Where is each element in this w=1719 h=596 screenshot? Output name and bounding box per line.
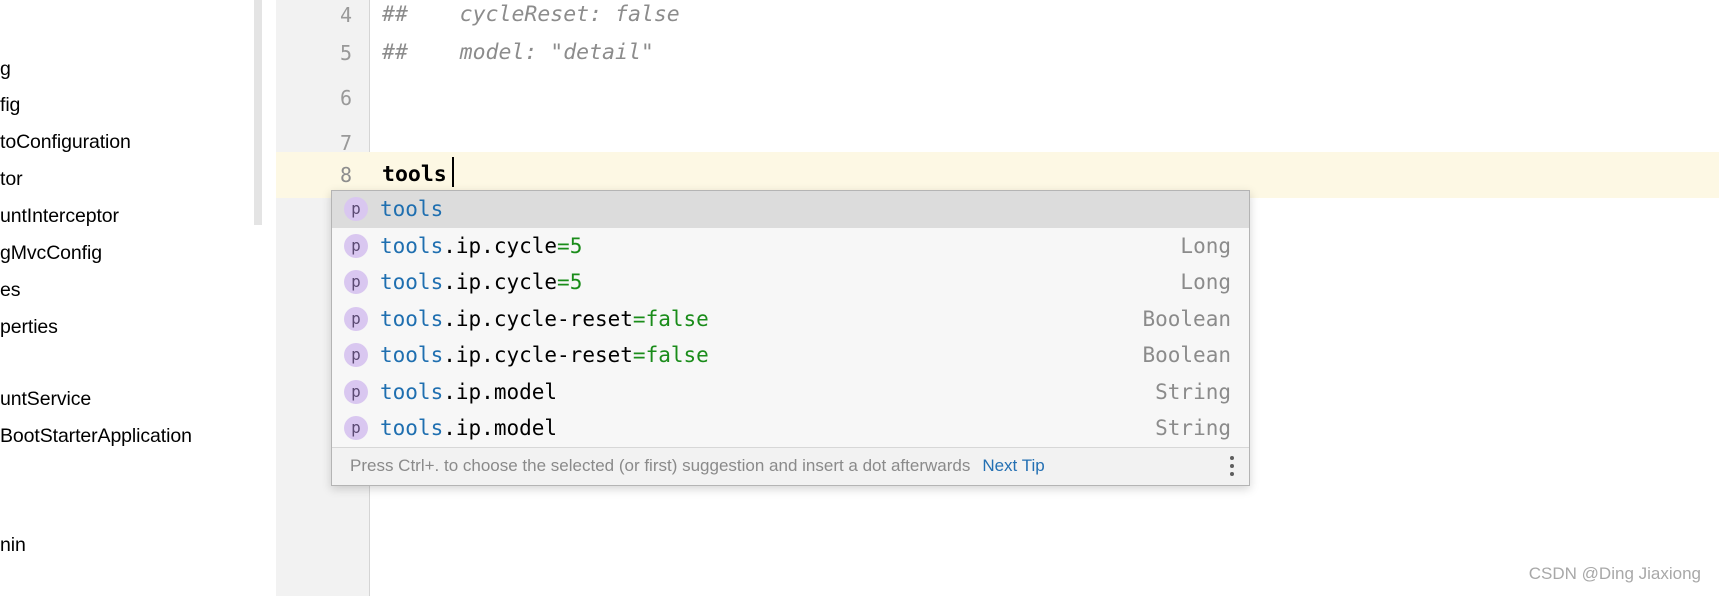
completion-token: . [481, 343, 494, 368]
completion-item-type: String [1155, 416, 1231, 441]
completion-item-label: tools.ip.cycle-reset=false [380, 307, 709, 331]
completion-token: false [645, 343, 709, 368]
tool-window-edge [254, 0, 262, 225]
completion-token: 5 [569, 233, 583, 258]
completion-token: tools [380, 197, 444, 222]
tree-item[interactable]: BootStarterApplication [0, 425, 192, 448]
tree-item[interactable]: untInterceptor [0, 205, 119, 228]
completion-token: . [443, 270, 456, 295]
completion-token: = [557, 270, 570, 295]
completion-item-type: Long [1180, 233, 1231, 258]
editor-left-gap [262, 0, 276, 596]
project-tree-panel[interactable]: g fig toConfiguration tor untInterceptor gMvc… [0, 0, 254, 596]
completion-item-label: tools [380, 197, 443, 221]
completion-token: false [645, 306, 709, 331]
property-icon: p [344, 197, 368, 222]
completion-token: . [481, 233, 494, 258]
completion-token: ip [455, 306, 482, 331]
completion-token: . [481, 306, 494, 331]
completion-item-label: tools.ip.cycle=5 [380, 234, 582, 258]
property-icon: p [344, 343, 368, 368]
completion-token: ip [455, 233, 482, 258]
kebab-menu-icon[interactable] [1215, 447, 1249, 485]
tree-item[interactable]: gMvcConfig [0, 242, 102, 265]
completion-token: cycle-reset [493, 306, 633, 331]
line-number: 5 [339, 41, 352, 65]
tree-item[interactable]: toConfiguration [0, 131, 131, 154]
tree-item[interactable]: nin [0, 534, 26, 557]
completion-token: . [443, 233, 456, 258]
property-icon: p [344, 306, 368, 331]
completion-token: tools [380, 416, 444, 441]
completion-item[interactable]: p tools.ip.cycle-reset=false Boolean [332, 337, 1249, 374]
completion-token: . [481, 416, 494, 441]
code-line[interactable]: 5 ## model: "detail" [276, 30, 1719, 76]
completion-token: ip [455, 416, 482, 441]
completion-item[interactable]: p tools.ip.cycle=5 Long [332, 264, 1249, 301]
completion-token: ip [455, 270, 482, 295]
completion-token: . [481, 379, 494, 404]
completion-token: . [443, 416, 456, 441]
completion-item-label: tools.ip.cycle-reset=false [380, 343, 709, 367]
completion-token: = [557, 233, 570, 258]
code-completion-popup[interactable]: p tools p tools.ip.cycle=5 Long p tools.ip.cyc… [331, 190, 1250, 486]
completion-item[interactable]: p tools.ip.model String [332, 410, 1249, 447]
completion-token: model [493, 379, 558, 404]
completion-token: = [632, 306, 646, 331]
completion-token: ip [455, 379, 482, 404]
completion-token: cycle-reset [493, 343, 633, 368]
completion-token: . [443, 379, 456, 404]
tree-item[interactable]: perties [0, 316, 58, 339]
completion-footer: Press Ctrl+. to choose the selected (or … [332, 446, 1249, 485]
property-icon: p [344, 379, 368, 404]
text-caret [452, 157, 454, 187]
completion-token: tools [380, 343, 444, 368]
completion-item-label: tools.ip.model [380, 380, 557, 404]
completion-token: tools [380, 306, 444, 331]
code-token: ## cycleReset: false [382, 2, 680, 27]
line-number: 6 [339, 86, 352, 110]
completion-item[interactable]: p tools.ip.cycle=5 Long [332, 227, 1249, 264]
completion-token: tools [380, 379, 444, 404]
property-icon: p [344, 233, 368, 258]
completion-token: cycle [493, 233, 558, 258]
tree-item[interactable]: tor [0, 168, 23, 191]
watermark-text: CSDN @Ding Jiaxiong [1528, 564, 1701, 583]
completion-token: cycle [493, 270, 558, 295]
completion-token: tools [380, 270, 444, 295]
completion-token: . [443, 343, 456, 368]
tree-item[interactable]: fig [0, 94, 20, 117]
completion-token: . [443, 306, 456, 331]
property-icon: p [344, 416, 368, 441]
code-line[interactable]: 6 [276, 75, 1719, 121]
code-token: ## model: "detail" [382, 40, 654, 65]
completion-token: = [632, 343, 646, 368]
code-token: tools [382, 162, 447, 187]
completion-item-type: Boolean [1142, 343, 1231, 368]
completion-item-type: String [1155, 379, 1231, 404]
tree-item[interactable]: es [0, 279, 21, 302]
completion-list[interactable]: p tools p tools.ip.cycle=5 Long p tools.ip.cyc… [332, 191, 1249, 447]
property-icon: p [344, 270, 368, 295]
completion-token: 5 [569, 270, 583, 295]
completion-item[interactable]: p tools [332, 191, 1249, 228]
completion-item[interactable]: p tools.ip.cycle-reset=false Boolean [332, 300, 1249, 337]
completion-token: . [481, 270, 494, 295]
completion-item-label: tools.ip.cycle=5 [380, 270, 582, 294]
completion-token: tools [380, 233, 444, 258]
completion-item-label: tools.ip.model [380, 416, 557, 440]
completion-item[interactable]: p tools.ip.model String [332, 373, 1249, 410]
next-tip-link[interactable]: Next Tip [982, 456, 1044, 476]
completion-hint-text: Press Ctrl+. to choose the selected (or … [350, 456, 971, 475]
completion-item-type: Long [1180, 270, 1231, 295]
completion-token: model [493, 416, 558, 441]
tree-item[interactable]: untService [0, 388, 91, 411]
completion-token: ip [455, 343, 482, 368]
tree-item[interactable]: g [0, 58, 11, 81]
completion-item-type: Boolean [1142, 306, 1231, 331]
code-line-text: ## model: "detail" [382, 30, 654, 76]
